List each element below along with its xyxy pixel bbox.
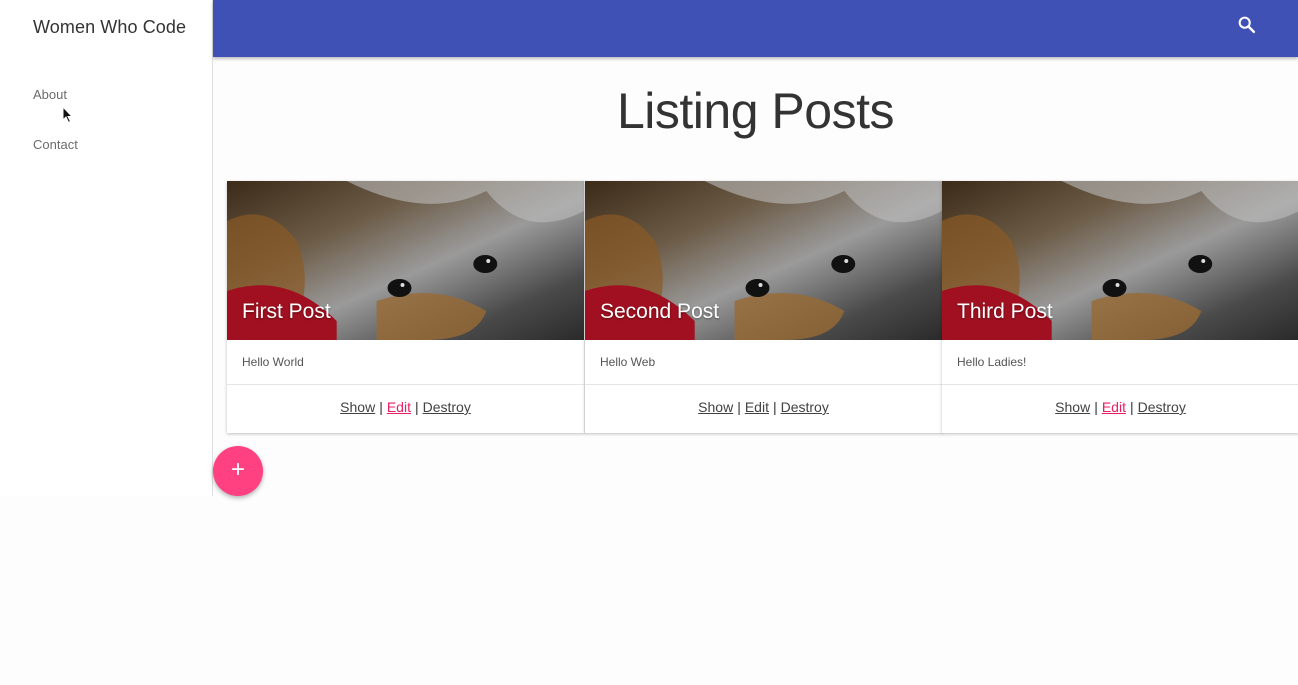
brand-title[interactable]: Women Who Code: [33, 17, 186, 38]
post-body: Hello Web: [585, 340, 942, 385]
search-button[interactable]: [1236, 14, 1258, 36]
edit-link[interactable]: Edit: [1102, 399, 1126, 415]
action-separator: |: [379, 399, 383, 415]
post-actions: Show | Edit | Destroy: [227, 385, 584, 433]
destroy-link[interactable]: Destroy: [423, 399, 471, 415]
post-actions: Show | Edit | Destroy: [585, 385, 942, 433]
post-card: Third Post Hello Ladies! Show | Edit | Destr…: [942, 181, 1298, 433]
sidebar: Women Who Code About Contact: [0, 0, 213, 496]
add-post-button[interactable]: +: [213, 446, 263, 496]
destroy-link[interactable]: Destroy: [1138, 399, 1186, 415]
edit-link[interactable]: Edit: [387, 399, 411, 415]
page-title: Listing Posts: [617, 83, 894, 139]
search-icon: [1238, 16, 1256, 34]
post-body: Hello World: [227, 340, 584, 385]
action-separator: |: [772, 399, 777, 415]
show-link[interactable]: Show: [340, 399, 375, 415]
action-separator: |: [1094, 399, 1098, 415]
show-link[interactable]: Show: [1055, 399, 1090, 415]
action-separator: |: [414, 399, 419, 415]
mouse-cursor-icon: [62, 106, 74, 124]
sidebar-item-about[interactable]: About: [33, 87, 67, 102]
post-image: First Post: [227, 181, 584, 340]
post-actions: Show | Edit | Destroy: [942, 385, 1298, 433]
post-card: First Post Hello World Show | Edit | Destroy: [227, 181, 585, 433]
sidebar-item-contact[interactable]: Contact: [33, 137, 78, 152]
edit-link[interactable]: Edit: [745, 399, 769, 415]
show-link[interactable]: Show: [698, 399, 733, 415]
destroy-link[interactable]: Destroy: [781, 399, 829, 415]
post-image: Second Post: [585, 181, 942, 340]
post-image: Third Post: [942, 181, 1298, 340]
top-app-bar: [213, 0, 1298, 57]
post-card: Second Post Hello Web Show | Edit | Destroy: [585, 181, 943, 433]
action-separator: |: [1129, 399, 1134, 415]
post-body: Hello Ladies!: [942, 340, 1298, 385]
action-separator: |: [737, 399, 741, 415]
post-card-list: First Post Hello World Show | Edit | Destroy: [227, 181, 1298, 433]
post-title: Third Post: [957, 300, 1053, 323]
post-title: First Post: [242, 300, 331, 323]
post-title: Second Post: [600, 300, 720, 323]
